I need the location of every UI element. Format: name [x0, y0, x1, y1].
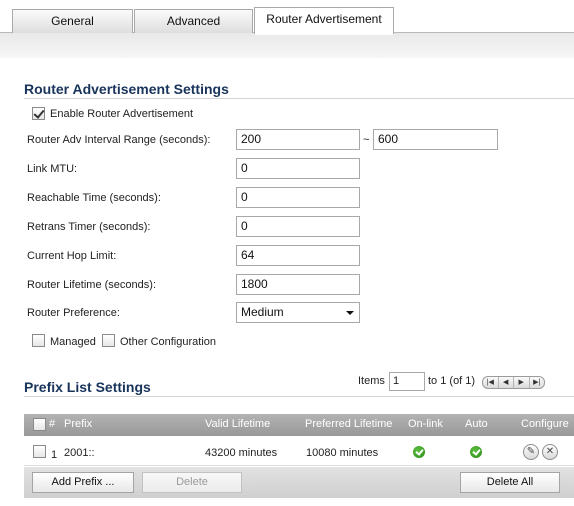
router-lifetime-input[interactable]: 1800 — [236, 274, 360, 295]
delete-all-button[interactable]: Delete All — [460, 472, 560, 493]
header-preferred-lifetime: Preferred Lifetime — [305, 418, 393, 430]
row-preferred-lifetime: 10080 minutes — [306, 447, 379, 459]
tab-router-advertisement[interactable]: Router Advertisement — [254, 7, 394, 34]
header-valid-lifetime: Valid Lifetime — [205, 418, 271, 430]
retrans-timer-label: Retrans Timer (seconds): — [27, 221, 151, 233]
edit-icon[interactable]: ✎ — [523, 444, 539, 460]
managed-checkbox[interactable] — [32, 334, 45, 347]
enable-ra-label: Enable Router Advertisement — [50, 108, 194, 120]
pager-range-text: to 1 (of 1) — [428, 375, 476, 387]
active-tab-joiner — [255, 32, 393, 35]
tab-general[interactable]: General — [12, 9, 133, 33]
delete-icon[interactable]: ✕ — [542, 444, 558, 460]
router-preference-value: Medium — [241, 305, 284, 319]
interval-min-input[interactable]: 200 — [236, 129, 360, 150]
pager-controls: |◀ ◀ ▶ ▶| — [482, 376, 545, 389]
table-button-bar: Add Prefix ... Delete Delete All — [24, 467, 574, 498]
select-all-checkbox[interactable] — [33, 418, 46, 431]
header-on-link: On-link — [408, 418, 443, 430]
tab-bar: General Advanced Router Advertisement — [0, 0, 574, 60]
mtu-label: Link MTU: — [27, 163, 78, 175]
header-prefix: Prefix — [64, 418, 93, 430]
other-config-checkbox[interactable] — [102, 334, 115, 347]
row-index: 1 — [51, 449, 58, 461]
hop-limit-input[interactable]: 64 — [236, 245, 360, 266]
last-page-icon[interactable]: ▶| — [530, 377, 545, 388]
other-config-label: Other Configuration — [120, 336, 216, 348]
prefix-list-divider — [24, 396, 574, 397]
ra-settings-title: Router Advertisement Settings — [24, 81, 229, 97]
router-preference-select[interactable]: Medium — [236, 302, 360, 323]
table-row: 1 2001:: 43200 minutes 10080 minutes ✎ ✕ — [24, 438, 574, 466]
router-preference-label: Router Preference: — [27, 307, 120, 319]
mtu-input[interactable]: 0 — [236, 158, 360, 179]
prefix-table-header: # Prefix Valid Lifetime Preferred Lifeti… — [24, 414, 574, 436]
add-prefix-button[interactable]: Add Prefix ... — [32, 472, 134, 493]
row-prefix: 2001:: — [64, 447, 95, 459]
row-checkbox[interactable] — [33, 445, 46, 458]
tab-strip — [0, 32, 574, 58]
interval-max-input[interactable]: 600 — [373, 129, 498, 150]
reachable-time-label: Reachable Time (seconds): — [27, 192, 161, 204]
on-link-check-icon — [413, 446, 425, 458]
next-page-icon[interactable]: ▶ — [514, 377, 530, 388]
first-page-icon[interactable]: |◀ — [483, 377, 499, 388]
chevron-down-icon — [346, 311, 354, 315]
header-index: # — [49, 418, 56, 430]
ra-settings-divider — [24, 98, 574, 99]
tab-advanced[interactable]: Advanced — [134, 9, 253, 33]
delete-button[interactable]: Delete — [142, 472, 242, 493]
retrans-timer-input[interactable]: 0 — [236, 216, 360, 237]
enable-ra-checkbox[interactable] — [32, 107, 45, 120]
interval-separator: ~ — [363, 134, 370, 146]
interval-label: Router Adv Interval Range (seconds): — [27, 134, 211, 146]
router-lifetime-label: Router Lifetime (seconds): — [27, 279, 156, 291]
prefix-list-title: Prefix List Settings — [24, 379, 151, 395]
prev-page-icon[interactable]: ◀ — [499, 377, 514, 388]
header-configure: Configure — [521, 418, 569, 430]
header-auto: Auto — [465, 418, 488, 430]
managed-label: Managed — [50, 336, 96, 348]
auto-check-icon — [470, 446, 482, 458]
reachable-time-input[interactable]: 0 — [236, 187, 360, 208]
pager-items-label: Items — [358, 375, 385, 387]
row-valid-lifetime: 43200 minutes — [205, 447, 278, 459]
hop-limit-label: Current Hop Limit: — [27, 250, 117, 262]
pager-start-input[interactable]: 1 — [389, 372, 425, 391]
